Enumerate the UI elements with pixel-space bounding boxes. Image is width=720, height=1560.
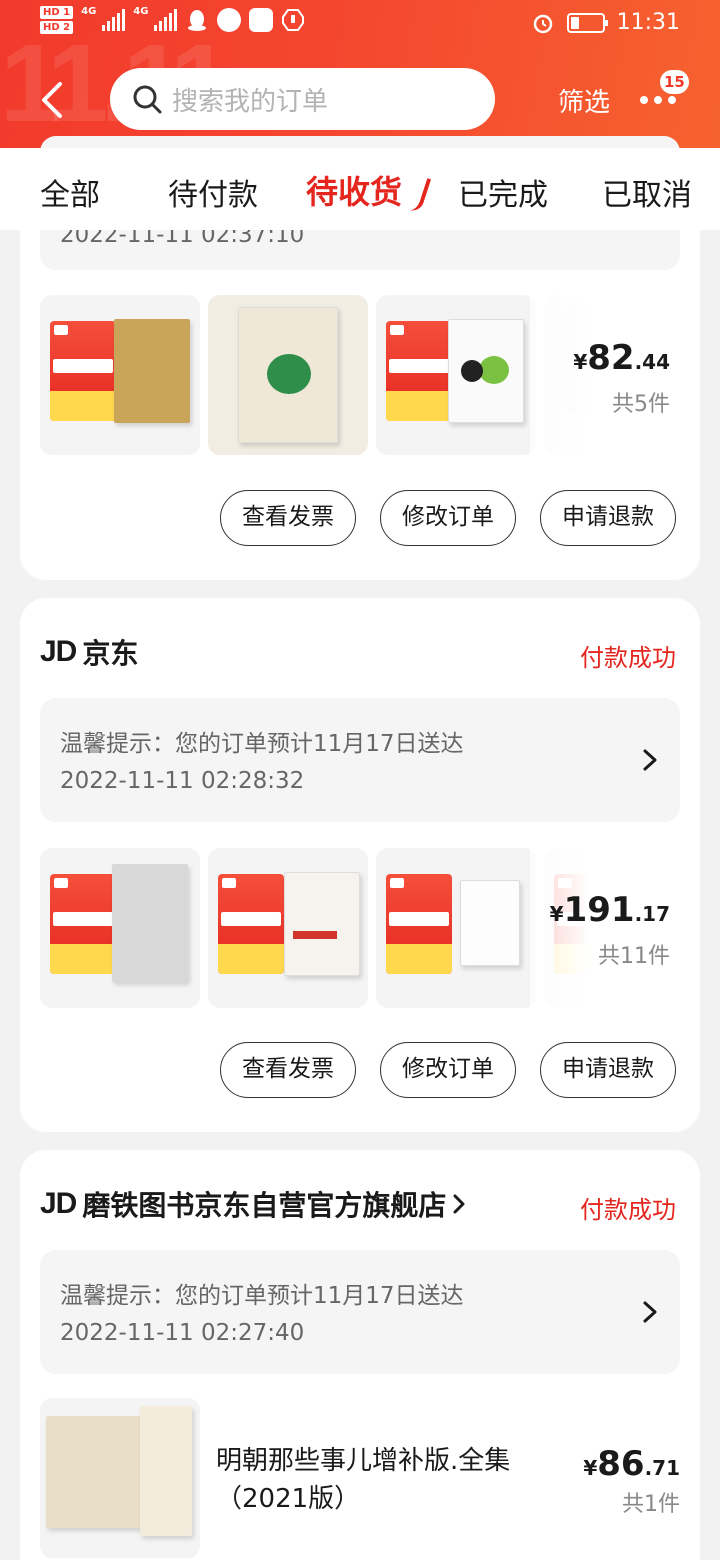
- order-price: ¥191.17: [549, 890, 670, 930]
- product-thumbnail[interactable]: [376, 848, 536, 1008]
- hd2-indicator: HD 2: [40, 21, 74, 34]
- jd-logo: JD: [40, 1187, 77, 1220]
- hd1-indicator: HD 1: [40, 6, 74, 19]
- network-type-1: 4G: [81, 6, 97, 17]
- delivery-notice-text: 温馨提示：您的订单预计11月17日送达: [60, 1283, 464, 1309]
- modify-order-button[interactable]: 修改订单: [380, 490, 516, 546]
- order-card: JD 磨铁图书京东自营官方旗舰店 付款成功 温馨提示：您的订单预计11月17日送…: [20, 1150, 700, 1560]
- product-thumbnail[interactable]: [40, 295, 200, 455]
- promo-label: [386, 321, 452, 421]
- delivery-notice[interactable]: 温馨提示：您的订单预计11月17日送达 2022-11-11 02:28:32: [40, 698, 680, 822]
- book-cover: [46, 1416, 154, 1528]
- promo-label: [386, 874, 452, 974]
- header: 11.11 HD 1 HD 2 4G 4G 11:31 搜索我的订单 筛选 15: [0, 0, 720, 148]
- alarm-icon: [533, 14, 552, 33]
- clock: 11:31: [616, 10, 680, 35]
- order-price: ¥86.71: [583, 1444, 680, 1484]
- tab-all[interactable]: 全部: [40, 170, 100, 214]
- search-bar[interactable]: 搜索我的订单: [110, 68, 495, 130]
- view-invoice-button[interactable]: 查看发票: [220, 1042, 356, 1098]
- order-status: 付款成功: [580, 644, 676, 672]
- order-price: ¥82.44: [573, 338, 670, 378]
- request-refund-button[interactable]: 申请退款: [540, 490, 676, 546]
- product-thumbnail[interactable]: [376, 295, 536, 455]
- product-thumbnail[interactable]: [40, 1398, 200, 1558]
- modify-order-button[interactable]: 修改订单: [380, 1042, 516, 1098]
- network-type-2: 4G: [133, 6, 149, 17]
- order-timestamp: 2022-11-11 02:28:32: [60, 768, 305, 794]
- product-thumbnail[interactable]: [40, 848, 200, 1008]
- search-placeholder: 搜索我的订单: [172, 86, 329, 117]
- request-refund-button[interactable]: 申请退款: [540, 1042, 676, 1098]
- order-card: JD 京东 付款成功 温馨提示：您的订单预计11月17日送达 2022-11-1…: [20, 598, 700, 1132]
- order-tabs: 全部 待付款 待收货 已完成 已取消: [0, 148, 720, 230]
- shop-name: 磨铁图书京东自营官方旗舰店: [82, 1189, 447, 1222]
- search-icon: [133, 85, 162, 114]
- signal-icon: [102, 9, 126, 31]
- tab-pending-payment[interactable]: 待付款: [168, 170, 258, 214]
- chevron-right-icon: [453, 1194, 465, 1214]
- jd-logo: JD: [40, 635, 77, 668]
- promo-label: [50, 321, 116, 421]
- chevron-right-icon: [643, 749, 657, 771]
- book-cover: [112, 864, 188, 982]
- shop-name-row[interactable]: JD 磨铁图书京东自营官方旗舰店: [40, 1184, 466, 1224]
- tab-cancelled[interactable]: 已取消: [602, 170, 692, 214]
- more-icon[interactable]: [640, 96, 676, 104]
- item-count: 共1件: [622, 1492, 680, 1517]
- security-icon: [282, 9, 305, 31]
- book-cover: [284, 872, 360, 976]
- browser-icon: [217, 8, 242, 32]
- item-count: 共11件: [598, 944, 670, 969]
- book-cover: [140, 1406, 192, 1536]
- order-timestamp: 2022-11-11 02:27:40: [60, 1320, 305, 1346]
- product-name[interactable]: 明朝那些事儿增补版.全集（2021版）: [216, 1442, 536, 1518]
- promo-label: [50, 874, 116, 974]
- tab-completed[interactable]: 已完成: [458, 170, 548, 214]
- message-badge: 15: [660, 70, 689, 94]
- chevron-right-icon: [643, 1301, 657, 1323]
- view-invoice-button[interactable]: 查看发票: [220, 490, 356, 546]
- book-cover: [460, 880, 520, 966]
- qq-icon: [188, 10, 207, 31]
- signal-icon: [154, 9, 178, 31]
- delivery-notice-text: 温馨提示：您的订单预计11月17日送达: [60, 731, 464, 757]
- status-bar: HD 1 HD 2 4G 4G 11:31: [0, 0, 720, 50]
- book-cover: [448, 319, 524, 423]
- book-cover: [238, 307, 338, 443]
- battery-icon: [566, 12, 608, 33]
- product-thumbnail[interactable]: [208, 848, 368, 1008]
- item-count: 共5件: [612, 392, 670, 417]
- tab-pending-receipt[interactable]: 待收货: [306, 167, 402, 213]
- order-status: 付款成功: [580, 1196, 676, 1224]
- back-icon[interactable]: [38, 80, 66, 120]
- promo-label: [218, 874, 284, 974]
- shop-name-row[interactable]: JD 京东: [40, 632, 138, 672]
- filter-button[interactable]: 筛选: [558, 82, 610, 119]
- product-thumbnail[interactable]: [208, 295, 368, 455]
- book-cover: [114, 319, 190, 423]
- shop-name: 京东: [82, 637, 139, 670]
- weather-icon: [249, 8, 274, 32]
- delivery-notice[interactable]: 温馨提示：您的订单预计11月17日送达 2022-11-11 02:27:40: [40, 1250, 680, 1374]
